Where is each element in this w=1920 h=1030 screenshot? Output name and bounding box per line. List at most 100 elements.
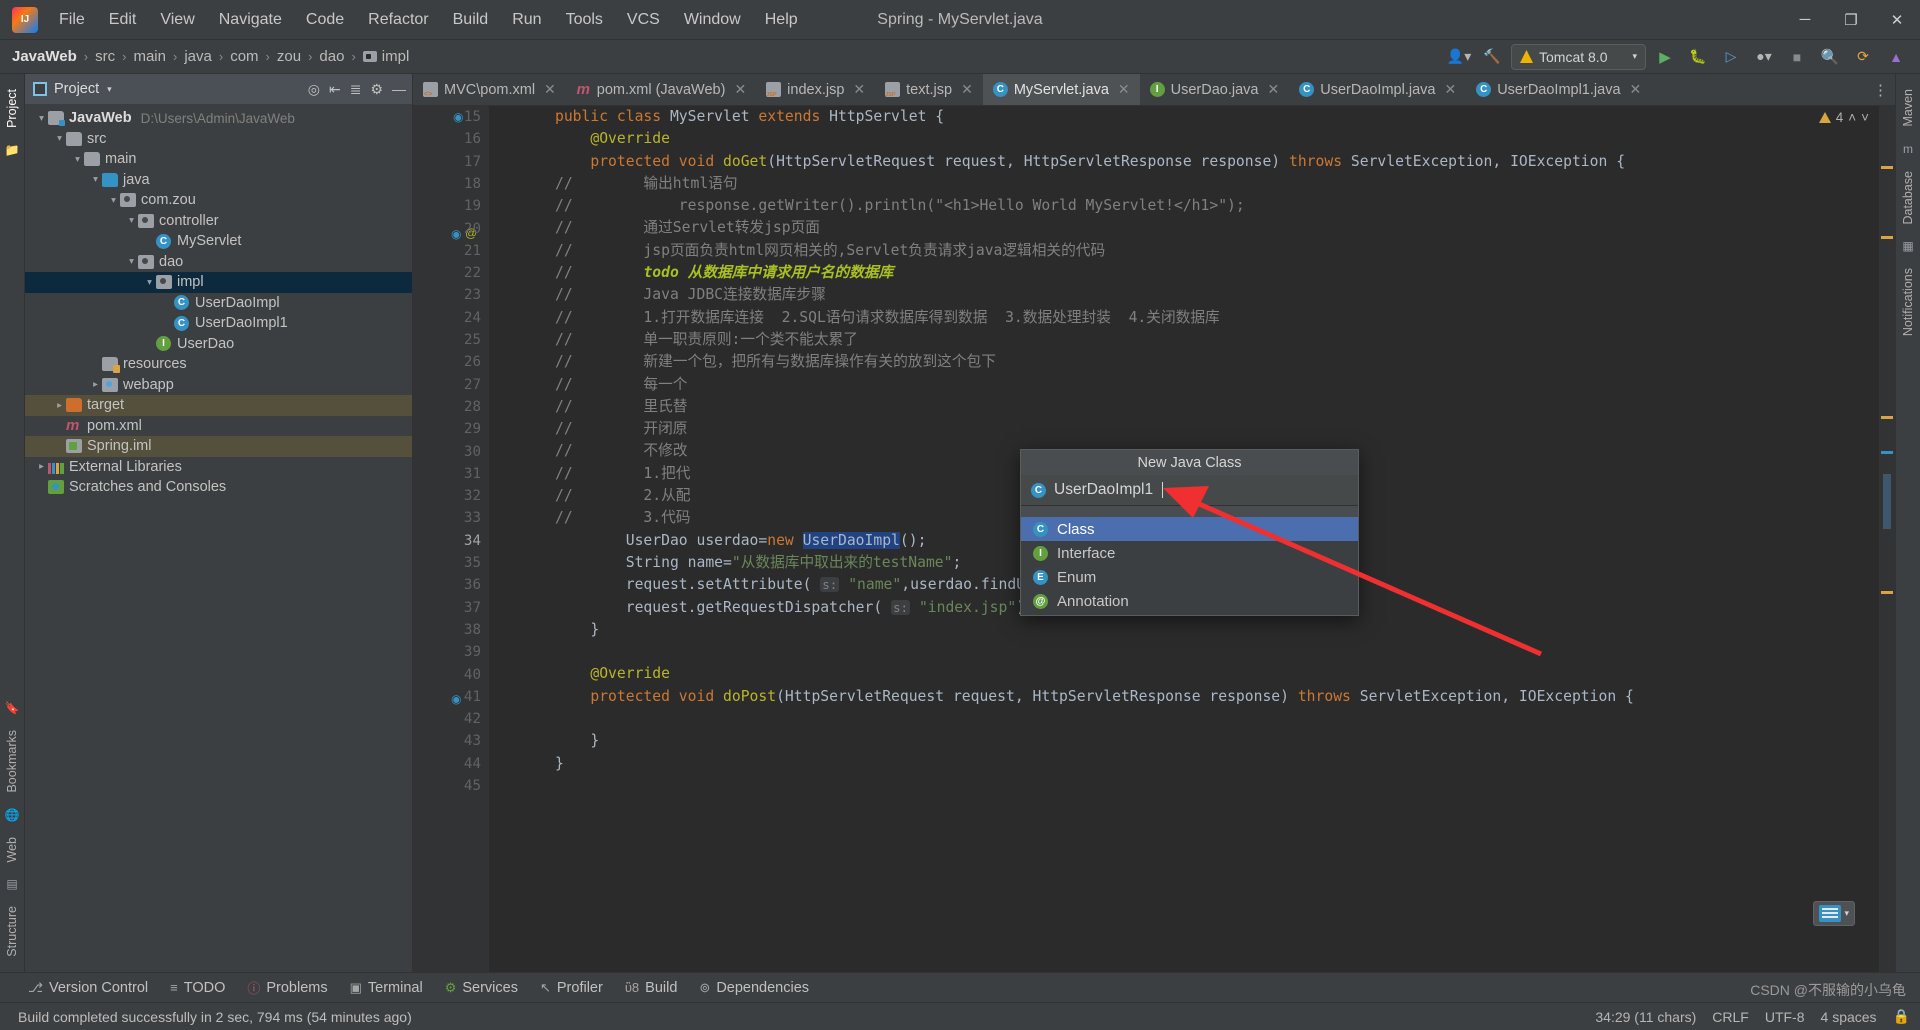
warning-marker[interactable]	[1881, 166, 1893, 169]
menu-item-build[interactable]: Build	[442, 6, 500, 34]
warning-marker[interactable]	[1881, 416, 1893, 419]
breadcrumb-item-com[interactable]: com	[230, 48, 258, 65]
settings-view-icon[interactable]: ≣	[350, 81, 362, 98]
tree-node-userdaoimpl1[interactable]: UserDaoImpl1	[25, 313, 412, 334]
chevron-down-icon[interactable]	[35, 113, 48, 124]
class-kind-list[interactable]: C Class I Interface E Enum @ Annotation	[1021, 517, 1358, 615]
editor-tab-userdaoimpl1-java[interactable]: UserDaoImpl1.java ✕	[1466, 74, 1651, 105]
bookmarks-icon[interactable]: 🔖	[5, 701, 20, 715]
close-tab-icon[interactable]: ✕	[961, 81, 973, 98]
tree-node-external-libraries[interactable]: External Libraries	[25, 457, 412, 478]
locate-icon[interactable]: ◎	[308, 81, 320, 98]
warning-marker[interactable]	[1881, 236, 1893, 239]
maximize-button[interactable]: ❐	[1828, 0, 1874, 40]
database-icon[interactable]: ▦	[1902, 239, 1913, 253]
tree-node-impl[interactable]: impl	[25, 272, 412, 293]
editor-tab-myservlet-java[interactable]: MyServlet.java ✕	[982, 74, 1140, 105]
line-separator[interactable]: CRLF	[1712, 1009, 1749, 1025]
maven-icon[interactable]: m	[1903, 142, 1913, 156]
popup-item-class[interactable]: C Class	[1021, 517, 1358, 541]
tool-tab-maven[interactable]: Maven	[1899, 80, 1917, 136]
bottom-tab-terminal[interactable]: ▣ Terminal	[340, 977, 433, 999]
bottom-tab-build[interactable]: ὒ8 Build	[615, 977, 688, 999]
close-tab-icon[interactable]: ✕	[1444, 81, 1456, 98]
editor-tab-mvc-pom-xml[interactable]: MVC\pom.xml ✕	[413, 74, 566, 105]
editor-code-area[interactable]: ◉ ◉ @ ◉ 15 16 17 18 19 20 21 22 23 24 25 26 27 28 29 30…	[413, 106, 1895, 972]
hide-panel-icon[interactable]: —	[392, 81, 406, 97]
tool-tab-notifications[interactable]: Notifications	[1899, 259, 1917, 345]
editor-gutter[interactable]: ◉ ◉ @ ◉ 15 16 17 18 19 20 21 22 23 24 25 26 27 28 29 30…	[413, 106, 489, 972]
chevron-down-icon[interactable]: ▾	[1844, 908, 1849, 919]
close-button[interactable]: ✕	[1874, 0, 1920, 40]
tree-node-main[interactable]: main	[25, 149, 412, 170]
bottom-tab-problems[interactable]: ⓘ Problems	[237, 975, 337, 1000]
menu-item-vcs[interactable]: VCS	[616, 6, 671, 34]
tree-node-src[interactable]: src	[25, 129, 412, 150]
lock-icon[interactable]: 🔒	[1893, 1008, 1910, 1025]
menu-item-view[interactable]: View	[149, 6, 205, 34]
chevron-right-icon[interactable]	[53, 400, 66, 411]
chevron-down-icon[interactable]	[89, 174, 102, 185]
tool-tab-database[interactable]: Database	[1899, 162, 1917, 234]
debug-bug-icon[interactable]: 🐛	[1684, 44, 1712, 70]
run-coverage-icon[interactable]: ▷	[1717, 44, 1745, 70]
structure-icon[interactable]: ▤	[6, 877, 17, 891]
bottom-tab-todo[interactable]: ≡ TODO	[160, 977, 235, 999]
warning-marker[interactable]	[1881, 591, 1893, 594]
breadcrumb-item-dao[interactable]: dao	[319, 48, 344, 65]
menu-item-window[interactable]: Window	[673, 6, 752, 34]
close-tab-icon[interactable]: ✕	[734, 81, 746, 98]
chevron-down-icon[interactable]	[125, 256, 138, 267]
tree-node-spring-iml[interactable]: Spring.iml	[25, 436, 412, 457]
editor-tab-userdaoimpl-java[interactable]: UserDaoImpl.java ✕	[1289, 74, 1466, 105]
tree-node-resources[interactable]: resources	[25, 354, 412, 375]
chevron-down-icon[interactable]	[125, 215, 138, 226]
editor-tab-index-jsp[interactable]: index.jsp ✕	[756, 74, 875, 105]
chevron-down-icon[interactable]: ▾	[107, 84, 112, 95]
indent-setting[interactable]: 4 spaces	[1821, 1009, 1877, 1025]
inspection-next-icon[interactable]: ˅	[1861, 110, 1869, 125]
tree-node-javaweb[interactable]: JavaWeb D:\Users\Admin\JavaWeb	[25, 108, 412, 129]
tool-tab-structure[interactable]: Structure	[3, 897, 21, 966]
chevron-down-icon[interactable]	[143, 277, 156, 288]
chevron-right-icon[interactable]	[35, 461, 48, 472]
file-encoding[interactable]: UTF-8	[1765, 1009, 1805, 1025]
breadcrumb-item-javaweb[interactable]: JavaWeb	[12, 48, 77, 65]
chevron-down-icon[interactable]	[107, 195, 120, 206]
tree-node-dao[interactable]: dao	[25, 252, 412, 273]
close-tab-icon[interactable]: ✕	[1118, 81, 1130, 98]
menu-item-edit[interactable]: Edit	[98, 6, 148, 34]
close-tab-icon[interactable]: ✕	[1630, 81, 1642, 98]
tree-node-webapp[interactable]: webapp	[25, 375, 412, 396]
folder-icon[interactable]: 📁	[5, 143, 20, 157]
popup-item-annotation[interactable]: @ Annotation	[1021, 589, 1358, 613]
editor-tab-pom-xml-javaweb-[interactable]: pom.xml (JavaWeb) ✕	[566, 74, 756, 105]
info-marker[interactable]	[1881, 451, 1893, 454]
menu-item-file[interactable]: File	[48, 6, 96, 34]
build-hammer-icon[interactable]: 🔨	[1478, 44, 1506, 70]
popup-item-interface[interactable]: I Interface	[1021, 541, 1358, 565]
collapse-all-icon[interactable]: ⇤	[329, 81, 341, 98]
project-tree[interactable]: JavaWeb D:\Users\Admin\JavaWeb src main java…	[25, 104, 412, 972]
breadcrumb-item-main[interactable]: main	[133, 48, 166, 65]
menu-item-navigate[interactable]: Navigate	[208, 6, 293, 34]
class-name-input[interactable]: C UserDaoImpl1	[1021, 475, 1358, 506]
tool-tab-web[interactable]: Web	[3, 828, 21, 871]
bottom-tab-dependencies[interactable]: ⊚ Dependencies	[689, 977, 819, 999]
close-tab-icon[interactable]: ✕	[544, 81, 556, 98]
editor-tab-userdao-java[interactable]: UserDao.java ✕	[1140, 74, 1290, 105]
close-tab-icon[interactable]: ✕	[1267, 81, 1279, 98]
menu-item-tools[interactable]: Tools	[555, 6, 614, 34]
tree-node-target[interactable]: target	[25, 395, 412, 416]
bottom-tab-services[interactable]: ⚙ Services	[435, 977, 528, 999]
inspection-prev-icon[interactable]: ˄	[1848, 110, 1856, 125]
tool-tab-bookmarks[interactable]: Bookmarks	[3, 721, 21, 802]
tree-node-com-zou[interactable]: com.zou	[25, 190, 412, 211]
screenshot-widget[interactable]: ▾	[1813, 901, 1855, 926]
web-icon[interactable]: 🌐	[5, 808, 20, 822]
bottom-tab-version-control[interactable]: ⎇ Version Control	[18, 977, 158, 999]
tree-node-userdaoimpl[interactable]: UserDaoImpl	[25, 293, 412, 314]
idea-assistant-icon[interactable]: ▲	[1882, 44, 1910, 70]
editor-tabs-more-icon[interactable]: ⋮	[1866, 74, 1895, 105]
chevron-down-icon[interactable]	[53, 133, 66, 144]
